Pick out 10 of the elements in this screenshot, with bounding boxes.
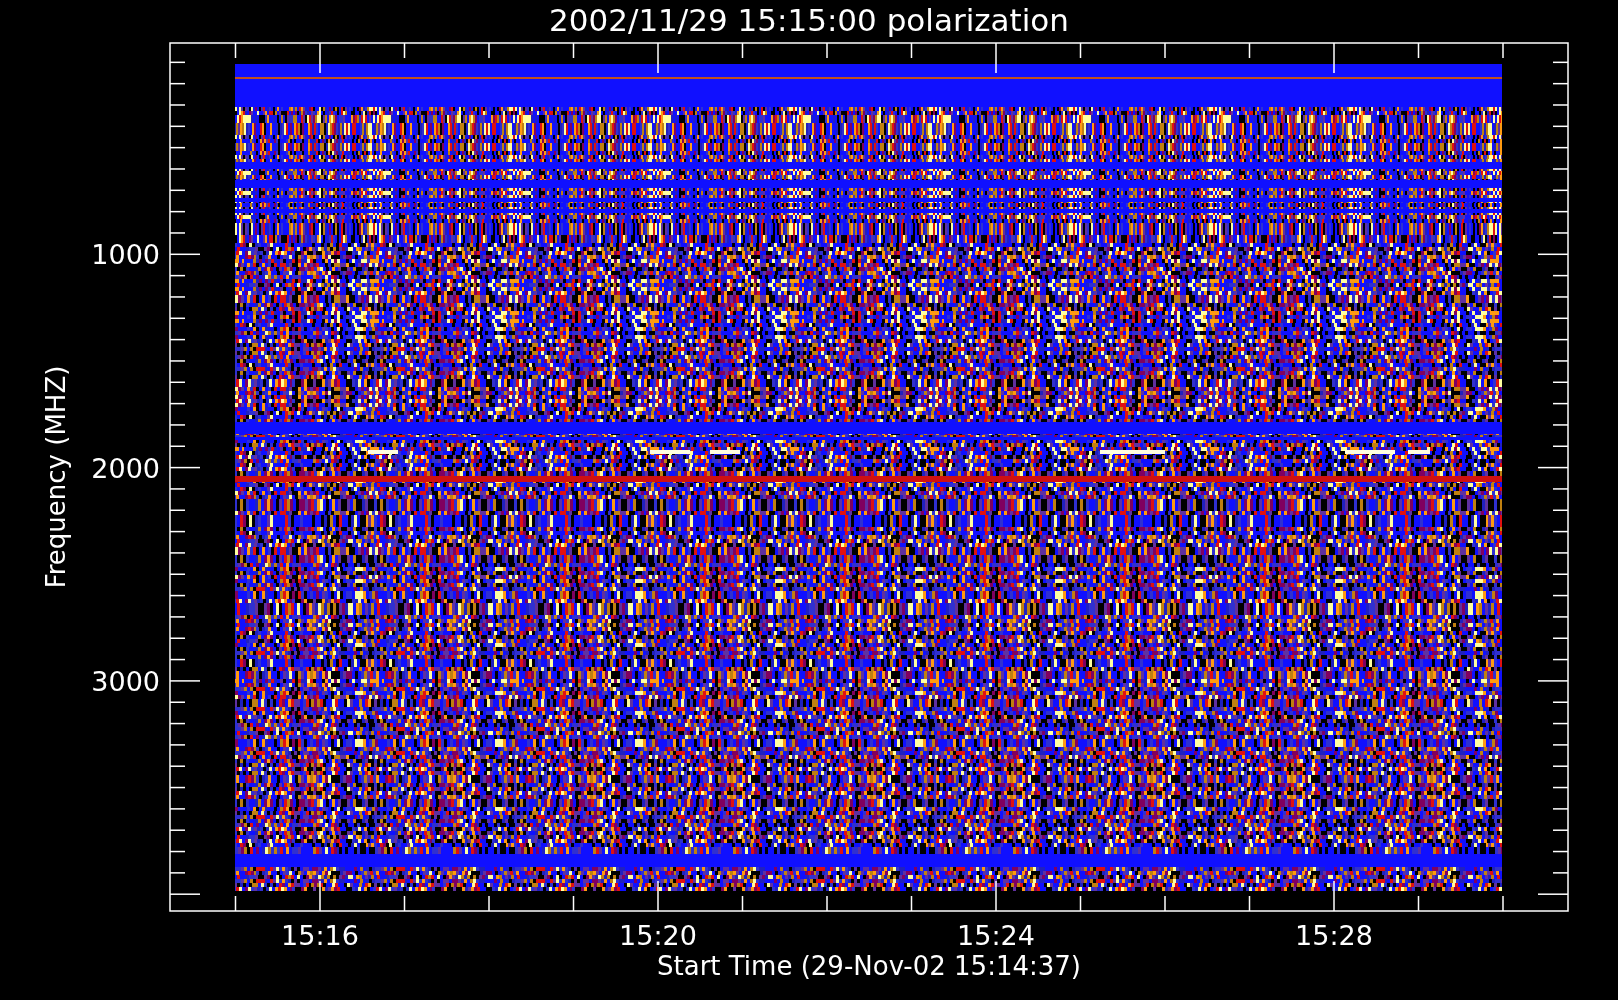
x-tick-label: 15:16 (281, 920, 359, 951)
y-tick-label: 1000 (91, 239, 160, 271)
x-tick-label: 15:20 (619, 920, 697, 951)
x-tick-label: 15:28 (1295, 920, 1373, 951)
y-axis-label: Frequency (MHZ) (41, 365, 71, 589)
x-tick-label: 15:24 (957, 920, 1035, 951)
y-tick-label: 3000 (91, 665, 160, 697)
x-axis-label: Start Time (29-Nov-02 15:14:37) (657, 951, 1081, 981)
y-tick-label: 2000 (91, 452, 160, 484)
chart-title: 2002/11/29 15:15:00 polarization (549, 2, 1069, 38)
